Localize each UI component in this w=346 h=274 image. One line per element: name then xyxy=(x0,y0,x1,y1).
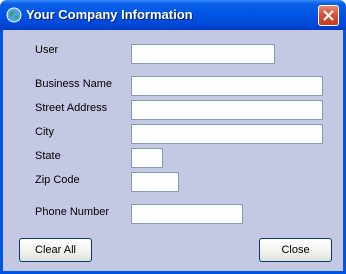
user-field[interactable] xyxy=(131,44,275,64)
dialog-window: Your Company Information User Business N… xyxy=(0,0,346,274)
close-icon xyxy=(323,10,334,21)
phone-number-field[interactable] xyxy=(131,204,243,224)
business-name-label: Business Name xyxy=(35,78,113,90)
state-field[interactable] xyxy=(131,148,163,168)
city-label: City xyxy=(35,126,54,138)
zip-code-label: Zip Code xyxy=(35,174,80,186)
business-name-field[interactable] xyxy=(131,76,323,96)
zip-code-field[interactable] xyxy=(131,172,179,192)
user-label: User xyxy=(35,44,59,56)
clear-all-button[interactable]: Clear All xyxy=(19,238,92,262)
form-panel: User Business Name Street Address City S… xyxy=(3,30,343,271)
state-label: State xyxy=(35,150,61,162)
close-button[interactable]: Close xyxy=(259,238,332,262)
window-title: Your Company Information xyxy=(26,7,193,22)
city-field[interactable] xyxy=(131,124,323,144)
title-bar[interactable]: Your Company Information xyxy=(0,0,346,30)
street-address-field[interactable] xyxy=(131,100,323,120)
phone-number-label: Phone Number xyxy=(35,206,109,218)
street-address-label: Street Address xyxy=(35,102,108,114)
globe-icon xyxy=(6,7,22,23)
window-close-button[interactable] xyxy=(318,5,339,26)
